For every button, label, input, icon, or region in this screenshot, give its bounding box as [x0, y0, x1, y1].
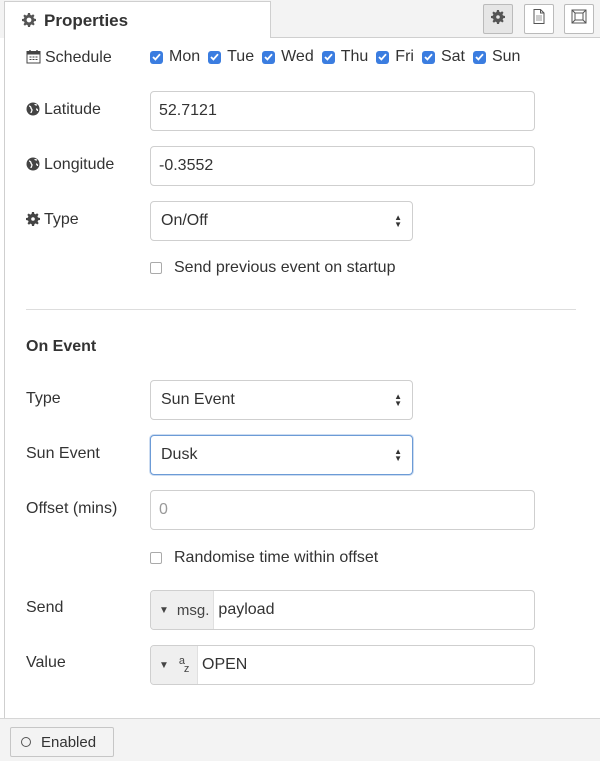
on-event-title: On Event: [26, 338, 97, 355]
type-select-value: On/Off: [161, 212, 208, 229]
longitude-label: Longitude: [26, 156, 114, 176]
calendar-icon: [26, 49, 41, 69]
value-value-text: OPEN: [202, 656, 248, 673]
day-sun[interactable]: Sun: [472, 48, 521, 66]
day-label: Sun: [491, 48, 521, 65]
frame-icon: [571, 9, 587, 29]
tab-properties-label: Properties: [44, 11, 129, 30]
day-label: Tue: [227, 48, 255, 65]
offset-input[interactable]: 0: [150, 490, 535, 530]
appearance-button[interactable]: [564, 4, 594, 34]
send-label: Send: [26, 599, 64, 616]
latitude-value: 52.7121: [159, 102, 217, 119]
schedule-days: Mon Tue Wed Thu Fri Sat Sun: [150, 48, 528, 66]
day-label: Mon: [169, 48, 201, 65]
send-value-text: payload: [218, 601, 275, 618]
send-type-label: msg.: [176, 601, 210, 619]
sun-event-select[interactable]: Dusk ▲ ▼: [150, 435, 413, 475]
value-label: Value: [26, 654, 66, 671]
day-label: Thu: [340, 48, 369, 65]
schedule-label-text: Schedule: [45, 49, 112, 66]
type-label-text: Type: [44, 211, 79, 228]
select-arrows-icon: ▲ ▼: [394, 213, 402, 229]
day-fri[interactable]: Fri: [376, 48, 414, 66]
send-previous-row: Send previous event on startup: [150, 259, 395, 277]
longitude-input[interactable]: -0.3552: [150, 146, 535, 186]
send-typed-input[interactable]: ▼ msg. payload: [150, 590, 535, 630]
tab-bar-divider: [271, 37, 600, 38]
day-checkbox[interactable]: [262, 50, 276, 64]
sun-event-value: Dusk: [161, 446, 198, 463]
gear-icon: [22, 13, 36, 32]
settings-button[interactable]: [483, 4, 513, 34]
day-checkbox[interactable]: [150, 50, 163, 64]
panel-left-border: [4, 37, 5, 718]
value-value[interactable]: OPEN: [198, 646, 247, 684]
select-arrows-icon: ▲ ▼: [394, 392, 402, 408]
send-type-selector[interactable]: ▼ msg.: [151, 591, 215, 629]
document-icon: [533, 9, 545, 29]
day-label: Wed: [281, 48, 314, 65]
offset-label: Offset (mins): [26, 500, 118, 517]
event-type-value: Sun Event: [161, 391, 235, 408]
day-sat[interactable]: Sat: [421, 48, 465, 66]
day-checkbox[interactable]: [421, 50, 435, 64]
send-previous-label: Send previous event on startup: [174, 259, 396, 276]
type-label: Type: [26, 211, 79, 231]
caret-down-icon: ▼: [159, 604, 169, 616]
day-label: Sat: [440, 48, 465, 65]
description-button[interactable]: [524, 4, 554, 34]
offset-placeholder: 0: [159, 501, 168, 518]
day-checkbox[interactable]: [321, 50, 335, 64]
circle-icon: [21, 737, 31, 747]
randomise-checkbox[interactable]: [150, 552, 162, 564]
longitude-value: -0.3552: [159, 157, 214, 174]
globe-icon: [26, 102, 40, 121]
randomise-row: Randomise time within offset: [150, 549, 378, 567]
globe-icon: [26, 157, 40, 176]
gear-icon: [491, 9, 505, 29]
randomise-label: Randomise time within offset: [174, 549, 379, 566]
day-label: Fri: [395, 48, 414, 65]
value-typed-input[interactable]: ▼ a z OPEN: [150, 645, 535, 685]
day-tue[interactable]: Tue: [208, 48, 254, 66]
day-mon[interactable]: Mon: [150, 48, 200, 66]
send-value[interactable]: payload: [214, 591, 274, 629]
string-type-icon: a z: [178, 655, 190, 675]
day-checkbox[interactable]: [376, 50, 390, 64]
day-wed[interactable]: Wed: [262, 48, 314, 66]
day-checkbox[interactable]: [208, 50, 222, 64]
value-type-selector[interactable]: ▼ a z: [151, 646, 198, 684]
sun-event-label: Sun Event: [26, 445, 100, 462]
type-select[interactable]: On/Off ▲ ▼: [150, 201, 413, 241]
schedule-label: Schedule: [26, 49, 112, 69]
event-type-label: Type: [26, 390, 61, 407]
caret-down-icon: ▼: [159, 659, 169, 671]
day-checkbox[interactable]: [472, 50, 486, 64]
latitude-label-text: Latitude: [44, 101, 101, 118]
gear-icon: [26, 212, 40, 231]
latitude-label: Latitude: [26, 101, 101, 121]
longitude-label-text: Longitude: [44, 156, 115, 173]
tab-properties[interactable]: Properties: [4, 1, 271, 38]
day-thu[interactable]: Thu: [321, 48, 369, 66]
section-divider: [26, 309, 576, 310]
enabled-label: Enabled: [41, 733, 97, 751]
enabled-toggle-button[interactable]: Enabled: [10, 727, 114, 757]
event-type-select[interactable]: Sun Event ▲ ▼: [150, 380, 413, 420]
select-arrows-icon: ▲ ▼: [394, 447, 402, 463]
send-previous-checkbox[interactable]: [150, 262, 162, 274]
latitude-input[interactable]: 52.7121: [150, 91, 535, 131]
